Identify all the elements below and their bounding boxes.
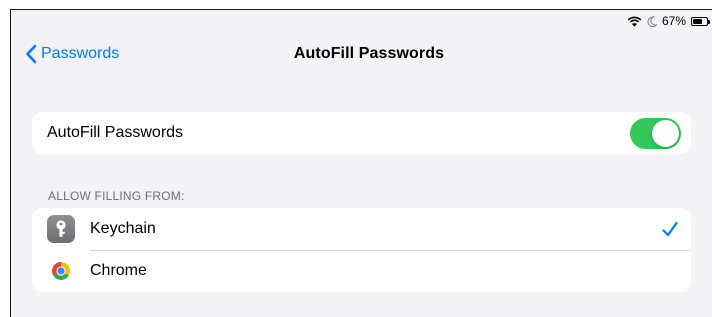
keychain-icon [47,215,75,243]
autofill-row: AutoFill Passwords [32,112,691,154]
settings-screen: 67% AutoFill Passwords Passwords AutoFil… [10,9,712,317]
back-label: Passwords [41,45,120,62]
keychain-label: Keychain [90,220,156,237]
section-header: ALLOW FILLING FROM: [48,189,185,203]
chrome-label: Chrome [90,262,147,279]
navigation-bar: AutoFill Passwords Passwords [11,34,712,74]
back-button[interactable]: Passwords [25,40,119,68]
battery-percentage: 67% [661,14,686,28]
checkmark-icon [662,221,678,237]
chevron-left-icon [26,44,37,64]
autofill-toggle-group: AutoFill Passwords [32,112,691,154]
battery-icon [691,16,710,26]
wifi-icon [627,16,642,27]
autofill-toggle[interactable] [630,118,681,149]
moon-icon [647,15,657,27]
list-item-keychain[interactable]: Keychain [32,208,691,251]
fill-sources-list: Keychain Chrome [32,208,691,292]
chrome-icon [47,257,75,285]
list-item-chrome[interactable]: Chrome [32,250,691,292]
status-bar: 67% [627,12,710,30]
autofill-label: AutoFill Passwords [47,124,184,141]
toggle-knob [652,120,679,147]
